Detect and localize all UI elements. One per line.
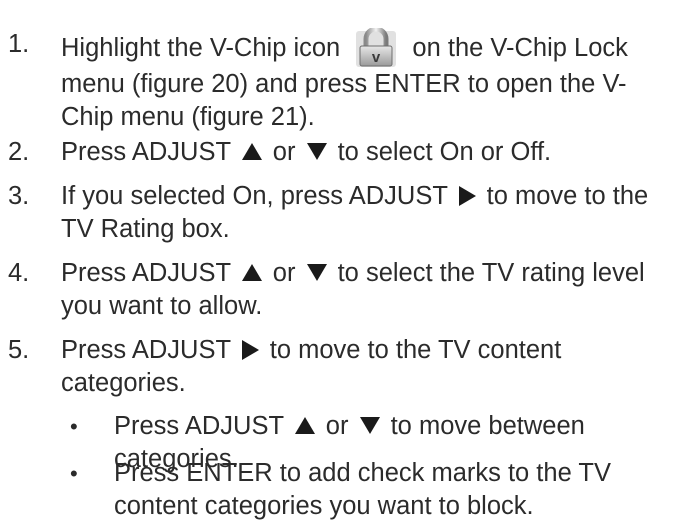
down-triangle-icon (306, 142, 327, 160)
step-text: Press ADJUST to move to the TV content c… (61, 334, 691, 400)
step-text-segment: to select the TV rating level (330, 259, 645, 287)
up-triangle-icon (241, 142, 262, 160)
step-text-segment: to select On or Off. (330, 138, 552, 166)
step-text-segment: or (265, 259, 303, 287)
step-text-segment: Press ADJUST (61, 259, 238, 287)
up-triangle-icon (294, 416, 315, 434)
step-text-segment: Press ADJUST (61, 138, 238, 166)
bullet-line: content categories you want to block. (114, 492, 534, 520)
step-text-segment: to move to the (479, 182, 649, 210)
step-line: TV Rating box. (61, 215, 230, 243)
step-line: you want to allow. (61, 292, 263, 320)
bullet-line: Press ADJUST or to move between (114, 410, 694, 443)
bullet-marker: • (70, 461, 78, 486)
svg-text:v: v (372, 49, 381, 66)
step-line: Press ADJUST or to select On or Off. (61, 136, 691, 169)
down-triangle-icon (359, 416, 380, 434)
step-text-segment: If you selected On, press ADJUST (61, 182, 455, 210)
down-triangle-icon (306, 263, 327, 281)
instruction-page: 1. Highlight the V-Chip icon v on the V-… (0, 0, 694, 524)
step-number: 5. (8, 336, 30, 364)
step-line: Press ADJUST or to select the TV rating … (61, 257, 691, 290)
bullet-text-segment: or (318, 412, 356, 440)
step-text-segment: Highlight the V-Chip icon (61, 34, 348, 62)
step-text: Press ADJUST or to select On or Off. (61, 136, 691, 169)
bullet-text: Press ENTER to add check marks to the TV… (114, 457, 694, 523)
step-line: Highlight the V-Chip icon v on the V-Chi… (61, 26, 691, 68)
step-number: 2. (8, 138, 30, 166)
step-number: 3. (8, 182, 30, 210)
step-line: categories. (61, 369, 186, 397)
step-line: If you selected On, press ADJUST to move… (61, 180, 691, 213)
step-text: If you selected On, press ADJUST to move… (61, 180, 691, 246)
step-text: Highlight the V-Chip icon v on the V-Chi… (61, 26, 691, 134)
step-line: menu (figure 20) and press ENTER to open… (61, 70, 627, 98)
step-text: Press ADJUST or to select the TV rating … (61, 257, 691, 323)
bullet-line: Press ENTER to add check marks to the TV (114, 459, 611, 487)
bullet-text-segment: to move between (383, 412, 585, 440)
bullet-text-segment: Press ADJUST (114, 412, 291, 440)
bullet-marker: • (70, 414, 78, 439)
step-number: 4. (8, 259, 30, 287)
right-triangle-icon (458, 185, 476, 206)
up-triangle-icon (241, 263, 262, 281)
step-line: Press ADJUST to move to the TV content (61, 334, 691, 367)
step-text-segment: to move to the TV content (262, 336, 562, 364)
vchip-lock-icon: v (353, 26, 399, 68)
step-number: 1. (8, 30, 30, 58)
step-text-segment: or (265, 138, 303, 166)
step-text-segment: on the V-Chip Lock (405, 34, 628, 62)
step-text-segment: Press ADJUST (61, 336, 238, 364)
right-triangle-icon (241, 339, 259, 360)
step-line: Chip menu (figure 21). (61, 103, 315, 131)
